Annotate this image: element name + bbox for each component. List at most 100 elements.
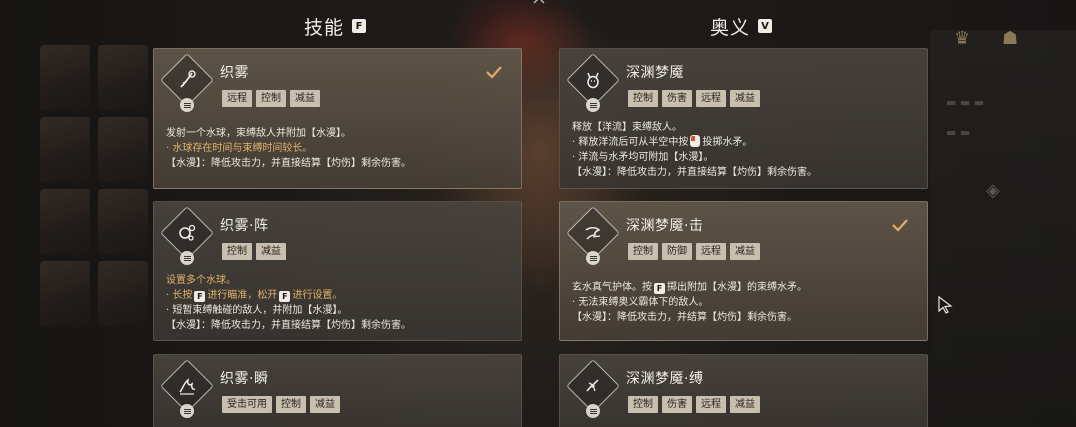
description-line: · 释放洋流后可从半空中按 投掷水矛。 (572, 135, 817, 150)
description-line: · 水球存在时间与束缚时间较长。 (166, 143, 313, 154)
ultimate-tags: 控制 伤害 远程 减益 (628, 396, 760, 413)
ultimate-tags: 控制 伤害 远程 减益 (628, 90, 760, 107)
character-portrait[interactable] (98, 261, 148, 327)
skill-tag: 减益 (730, 243, 760, 260)
checkmark-icon (486, 66, 502, 79)
ultimate-description: 玄水真气护体。按 F 掷出附加【水漫】的束缚水矛。 · 无法束缚奥义霸体下的敌人。 … (572, 280, 807, 325)
description-line: · 洋流与水矛均可附加【水漫】。 (572, 152, 714, 163)
skill-description: 发射一个水球，束缚敌人并附加【水漫】。 · 水球存在时间与束缚时间较长。 【水漫… (166, 126, 411, 171)
skill-name: 织雾·阵 (220, 218, 269, 234)
ultimate-header: 奥义 V (710, 12, 773, 40)
skill-tag: 受击可用 (222, 396, 272, 413)
skill-card[interactable]: 织雾·阵 控制 减益 设置多个水球。 · 长按 F 进行瞄准，松开 F 进行设置。 · … (153, 201, 522, 341)
skill-tag: 远程 (696, 396, 726, 413)
mouse-cursor-icon (938, 296, 953, 314)
ultimate-card[interactable]: 深渊梦魇 控制 伤害 远程 减益 释放【洋流】束缚敌人。 · 释放洋流后可从半空… (559, 48, 928, 189)
ultimate-tags: 控制 防御 远程 减益 (628, 243, 760, 260)
scroll-up-icon[interactable] (533, 0, 545, 4)
description-line: · 短暂束缚触碰的敌人，并附加【水漫】。 (166, 305, 348, 316)
ultimate-card[interactable]: 深渊梦魇·击 控制 防御 远程 减益 玄水真气护体。按 F 掷出附加【水漫】的束缚水… (559, 201, 928, 341)
skill-tag: 减益 (310, 396, 340, 413)
skill-tag: 减益 (256, 243, 286, 260)
skill-tags: 控制 减益 (222, 243, 286, 260)
skill-description: 设置多个水球。 · 长按 F 进行瞄准，松开 F 进行设置。 · 短暂束缚触碰的敌人，并… (166, 273, 411, 333)
menu-lines-icon[interactable] (180, 404, 194, 418)
skill-card[interactable]: 织雾 远程 控制 减益 发射一个水球，束缚敌人并附加【水漫】。 · 水球存在时间… (153, 48, 522, 189)
character-portrait[interactable] (40, 189, 90, 255)
character-portrait[interactable] (98, 45, 148, 111)
description-line: 【水漫】：降低攻击力，并结算【灼伤】剩余伤害。 (572, 312, 797, 323)
figure-icon: ☗ (1002, 28, 1019, 49)
character-side-panel: ♛ ☗ ◈ ▬ ▬ ▬ ▬ ▬ (930, 28, 1076, 427)
skill-tag: 控制 (628, 243, 658, 260)
f-key-icon: F (279, 291, 291, 302)
skill-tag: 远程 (696, 90, 726, 107)
skills-hotkey: F (352, 19, 367, 33)
character-portrait[interactable] (98, 189, 148, 255)
water-orbs-icon (168, 214, 206, 252)
character-portrait[interactable] (40, 117, 90, 183)
description-line: 【水漫】：降低攻击力，并直接结算【灼伤】剩余伤害。 (572, 167, 817, 178)
description-line: 【水漫】：降低攻击力，并直接结算【灼伤】剩余伤害。 (166, 320, 411, 331)
crown-icon: ♛ (954, 28, 971, 49)
description-line: · 无法束缚奥义霸体下的敌人。 (572, 297, 709, 308)
skill-tag: 远程 (696, 243, 726, 260)
character-portrait[interactable] (40, 45, 90, 111)
character-portrait[interactable] (98, 117, 148, 183)
skill-tag: 伤害 (662, 396, 692, 413)
skill-tag: 控制 (628, 396, 658, 413)
ultimate-description: 释放【洋流】束缚敌人。 · 释放洋流后可从半空中按 投掷水矛。 · 洋流与水矛均可… (572, 120, 817, 180)
serpent-strike-icon (574, 214, 612, 252)
skills-header: 技能 F (304, 12, 367, 40)
description-fragment: 掷出附加【水漫】的束缚水矛。 (667, 282, 807, 293)
skill-tag: 控制 (628, 90, 658, 107)
left-mouse-button-icon (690, 135, 701, 147)
skill-tag: 减益 (730, 396, 760, 413)
skill-tag: 控制 (256, 90, 286, 107)
skill-name: 织雾 (220, 65, 249, 81)
description-line: 发射一个水球，束缚敌人并附加【水漫】。 (166, 128, 351, 139)
skill-tag: 减益 (290, 90, 320, 107)
skills-title: 技能 (304, 16, 345, 39)
faint-panel-text: ▬ ▬ (946, 126, 971, 139)
ultimate-title: 奥义 (710, 16, 751, 39)
menu-lines-icon[interactable] (586, 404, 600, 418)
checkmark-icon (892, 219, 908, 232)
skill-tags: 远程 控制 减益 (222, 90, 320, 107)
skill-tags: 受击可用 控制 减益 (222, 396, 340, 413)
description-fragment: 玄水真气护体。按 (572, 282, 652, 293)
armor-icon: ◈ (986, 180, 1000, 201)
faint-panel-text: ▬ ▬ ▬ (946, 96, 985, 109)
description-fragment: 投掷水矛。 (702, 137, 753, 148)
skill-tag: 伤害 (662, 90, 692, 107)
skill-card[interactable]: 织雾·瞬 受击可用 控制 减益 (153, 354, 522, 427)
water-orb-icon (168, 61, 206, 99)
description-fragment: 进行瞄准，松开 (207, 290, 278, 301)
description-line: 释放【洋流】束缚敌人。 (572, 122, 682, 133)
water-wave-icon (168, 367, 206, 405)
description-fragment: 进行设置。 (292, 290, 343, 301)
menu-lines-icon[interactable] (180, 251, 194, 265)
ultimate-name: 深渊梦魇·击 (626, 218, 704, 234)
demon-mask-icon (574, 61, 612, 99)
binding-chain-icon (574, 367, 612, 405)
menu-lines-icon[interactable] (586, 98, 600, 112)
description-fragment: · 长按 (166, 290, 193, 301)
description-line: · 长按 F 进行瞄准，松开 F 进行设置。 (166, 288, 411, 303)
ultimate-name: 深渊梦魇 (626, 65, 684, 81)
ultimate-name: 深渊梦魇·缚 (626, 371, 704, 387)
description-fragment: · 释放洋流后可从半空中按 (572, 137, 689, 148)
skill-tag: 控制 (222, 243, 252, 260)
f-key-icon: F (194, 291, 206, 302)
ultimate-card[interactable]: 深渊梦魇·缚 控制 伤害 远程 减益 (559, 354, 928, 427)
menu-lines-icon[interactable] (180, 98, 194, 112)
f-key-icon: F (654, 283, 665, 294)
menu-lines-icon[interactable] (586, 251, 600, 265)
description-line: 设置多个水球。 (166, 275, 236, 286)
description-line: 玄水真气护体。按 F 掷出附加【水漫】的束缚水矛。 (572, 280, 807, 295)
character-portrait[interactable] (40, 261, 90, 327)
skill-tag: 远程 (222, 90, 252, 107)
skill-tag: 控制 (276, 396, 306, 413)
skill-name: 织雾·瞬 (220, 371, 269, 387)
skill-tag: 防御 (662, 243, 692, 260)
